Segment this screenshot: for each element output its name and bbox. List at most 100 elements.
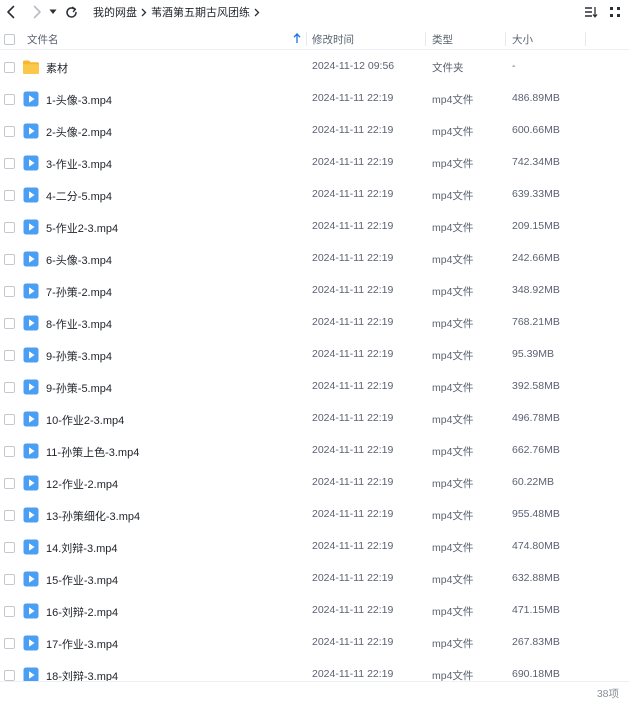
file-name[interactable]: 2-头像-2.mp4 — [46, 124, 112, 140]
table-row[interactable]: 8-作业-3.mp4 2024-11-11 22:19 mp4文件 768.21MB — [0, 307, 629, 339]
file-name[interactable]: 10-作业2-3.mp4 — [46, 412, 124, 428]
table-row[interactable]: 6-头像-3.mp4 2024-11-11 22:19 mp4文件 242.66MB — [0, 243, 629, 275]
item-count: 38项 — [596, 688, 619, 700]
file-type: mp4文件 — [432, 446, 474, 458]
file-name[interactable]: 12-作业-2.mp4 — [46, 476, 118, 492]
video-file-icon — [22, 538, 40, 556]
file-name[interactable]: 13-孙策细化-3.mp4 — [46, 508, 140, 524]
row-checkbox[interactable] — [4, 286, 15, 297]
table-row[interactable]: 17-作业-3.mp4 2024-11-11 22:19 mp4文件 267.83MB — [0, 627, 629, 659]
row-checkbox[interactable] — [4, 94, 15, 105]
column-divider[interactable] — [585, 32, 586, 46]
file-name[interactable]: 8-作业-3.mp4 — [46, 316, 112, 332]
file-type: mp4文件 — [432, 286, 474, 298]
row-checkbox[interactable] — [4, 446, 15, 457]
file-size: 392.58MB — [512, 380, 560, 392]
row-checkbox[interactable] — [4, 670, 15, 681]
file-name[interactable]: 16-刘辩-2.mp4 — [46, 604, 118, 620]
file-name[interactable]: 14.刘辩-3.mp4 — [46, 540, 118, 556]
file-name[interactable]: 11-孙策上色-3.mp4 — [46, 444, 139, 460]
row-checkbox[interactable] — [4, 350, 15, 361]
row-checkbox[interactable] — [4, 638, 15, 649]
column-divider[interactable] — [306, 32, 307, 46]
table-row[interactable]: 10-作业2-3.mp4 2024-11-11 22:19 mp4文件 496.78M… — [0, 403, 629, 435]
file-modified: 2024-11-11 22:19 — [312, 156, 394, 168]
video-file-icon — [22, 634, 40, 652]
table-row[interactable]: 4-二分-5.mp4 2024-11-11 22:19 mp4文件 639.33MB — [0, 179, 629, 211]
breadcrumb-item[interactable]: 我的网盘 — [93, 4, 137, 20]
sort-icon[interactable] — [583, 4, 599, 20]
column-divider[interactable] — [505, 32, 506, 46]
table-row[interactable]: 3-作业-3.mp4 2024-11-11 22:19 mp4文件 742.34MB — [0, 147, 629, 179]
table-row[interactable]: 16-刘辩-2.mp4 2024-11-11 22:19 mp4文件 471.15MB — [0, 595, 629, 627]
table-row[interactable]: 18-刘辩-3.mp4 2024-11-11 22:19 mp4文件 690.18MB — [0, 659, 629, 681]
file-name[interactable]: 15-作业-3.mp4 — [46, 572, 118, 588]
file-name[interactable]: 4-二分-5.mp4 — [46, 188, 112, 204]
breadcrumb: 我的网盘 苇酒第五期古风团练 — [93, 4, 264, 20]
file-modified: 2024-11-11 22:19 — [312, 348, 394, 360]
row-checkbox[interactable] — [4, 318, 15, 329]
file-name[interactable]: 5-作业2-3.mp4 — [46, 220, 118, 236]
file-size: 471.15MB — [512, 604, 560, 616]
row-checkbox[interactable] — [4, 606, 15, 617]
file-type: mp4文件 — [432, 318, 474, 330]
history-dropdown-icon[interactable] — [48, 4, 58, 20]
column-header-type[interactable]: 类型 — [432, 28, 453, 50]
table-row[interactable]: 12-作业-2.mp4 2024-11-11 22:19 mp4文件 60.22MB — [0, 467, 629, 499]
row-checkbox[interactable] — [4, 158, 15, 169]
row-checkbox[interactable] — [4, 478, 15, 489]
table-row[interactable]: 素材 2024-11-12 09:56 文件夹 - — [0, 51, 629, 83]
table-row[interactable]: 15-作业-3.mp4 2024-11-11 22:19 mp4文件 632.88MB — [0, 563, 629, 595]
video-file-icon — [22, 282, 40, 300]
file-name[interactable]: 9-孙策-3.mp4 — [46, 348, 112, 364]
file-name[interactable]: 素材 — [46, 60, 68, 76]
video-file-icon — [22, 602, 40, 620]
file-type: mp4文件 — [432, 382, 474, 394]
column-header-modified[interactable]: 修改时间 — [312, 28, 354, 50]
row-checkbox[interactable] — [4, 126, 15, 137]
table-row[interactable]: 9-孙策-5.mp4 2024-11-11 22:19 mp4文件 392.58MB — [0, 371, 629, 403]
table-row[interactable]: 9-孙策-3.mp4 2024-11-11 22:19 mp4文件 95.39MB — [0, 339, 629, 371]
sort-ascending-icon[interactable] — [293, 33, 301, 47]
file-name[interactable]: 6-头像-3.mp4 — [46, 252, 112, 268]
column-divider[interactable] — [425, 32, 426, 46]
row-checkbox[interactable] — [4, 254, 15, 265]
row-checkbox[interactable] — [4, 414, 15, 425]
video-file-icon — [22, 250, 40, 268]
table-row[interactable]: 1-头像-3.mp4 2024-11-11 22:19 mp4文件 486.89MB — [0, 83, 629, 115]
column-header-name[interactable]: 文件名 — [27, 28, 305, 50]
grid-view-icon[interactable] — [607, 4, 623, 20]
file-name[interactable]: 3-作业-3.mp4 — [46, 156, 112, 172]
chevron-right-icon[interactable] — [250, 8, 264, 17]
file-name[interactable]: 7-孙策-2.mp4 — [46, 284, 112, 300]
table-row[interactable]: 14.刘辩-3.mp4 2024-11-11 22:19 mp4文件 474.80MB — [0, 531, 629, 563]
breadcrumb-item[interactable]: 苇酒第五期古风团练 — [151, 4, 250, 20]
file-name[interactable]: 17-作业-3.mp4 — [46, 636, 118, 652]
table-row[interactable]: 11-孙策上色-3.mp4 2024-11-11 22:19 mp4文件 662.76… — [0, 435, 629, 467]
row-checkbox[interactable] — [4, 382, 15, 393]
file-modified: 2024-11-11 22:19 — [312, 284, 394, 296]
row-checkbox[interactable] — [4, 574, 15, 585]
row-checkbox[interactable] — [4, 542, 15, 553]
file-modified: 2024-11-11 22:19 — [312, 444, 394, 456]
forward-icon[interactable] — [29, 4, 45, 20]
column-header-size[interactable]: 大小 — [512, 28, 533, 50]
file-name[interactable]: 1-头像-3.mp4 — [46, 92, 112, 108]
table-row[interactable]: 13-孙策细化-3.mp4 2024-11-11 22:19 mp4文件 955.48… — [0, 499, 629, 531]
file-name[interactable]: 9-孙策-5.mp4 — [46, 380, 112, 396]
file-modified: 2024-11-11 22:19 — [312, 572, 394, 584]
table-row[interactable]: 5-作业2-3.mp4 2024-11-11 22:19 mp4文件 209.15MB — [0, 211, 629, 243]
file-name[interactable]: 18-刘辩-3.mp4 — [46, 668, 118, 681]
table-row[interactable]: 7-孙策-2.mp4 2024-11-11 22:19 mp4文件 348.92MB — [0, 275, 629, 307]
row-checkbox[interactable] — [4, 190, 15, 201]
back-icon[interactable] — [3, 4, 19, 20]
row-checkbox[interactable] — [4, 510, 15, 521]
file-type: mp4文件 — [432, 350, 474, 362]
select-all-checkbox[interactable] — [4, 28, 15, 50]
file-size: 690.18MB — [512, 668, 560, 680]
refresh-icon[interactable] — [63, 4, 79, 20]
file-modified: 2024-11-11 22:19 — [312, 604, 394, 616]
row-checkbox[interactable] — [4, 222, 15, 233]
table-row[interactable]: 2-头像-2.mp4 2024-11-11 22:19 mp4文件 600.66MB — [0, 115, 629, 147]
row-checkbox[interactable] — [4, 62, 15, 73]
